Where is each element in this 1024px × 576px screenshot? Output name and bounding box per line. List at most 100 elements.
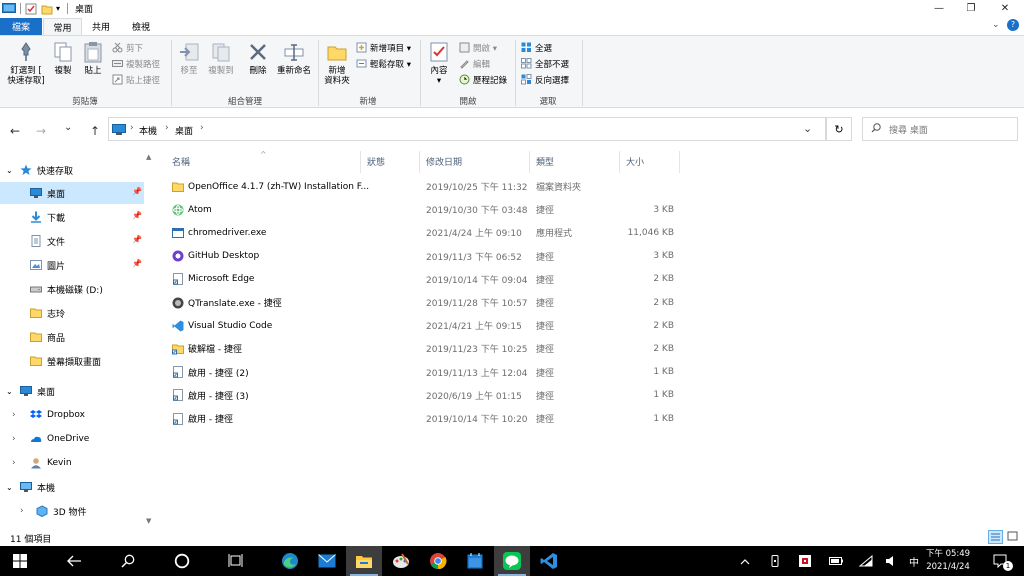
nav-tree-dropbox[interactable]: › Dropbox (0, 404, 144, 426)
action-center-button[interactable]: 1 (988, 546, 1013, 576)
invert-selection-button[interactable]: 反向選擇 (521, 73, 569, 86)
maximize-button[interactable]: ❐ (956, 0, 986, 17)
table-row[interactable]: 啟用 - 捷徑 (2) 2019/11/13 上午 12:04 捷徑 1 KB (160, 361, 680, 384)
chevron-down-icon[interactable]: ⌄ (6, 387, 16, 396)
cortana-button[interactable] (164, 546, 200, 576)
chevron-right-icon[interactable]: › (12, 434, 22, 444)
scroll-up-icon[interactable]: ▲ (146, 153, 151, 161)
task-view-button[interactable] (218, 546, 254, 576)
nav-tree-this-pc[interactable]: ⌄ 本機 (0, 476, 144, 498)
minimize-button[interactable]: — (924, 0, 954, 17)
edit-button[interactable]: 編輯 (459, 57, 490, 70)
table-row[interactable]: Atom 2019/10/30 下午 03:48 捷徑 3 KB (160, 198, 680, 221)
taskbar-back-button[interactable] (56, 546, 92, 576)
address-bar[interactable]: › 本機 › 桌面 › ⌄ (108, 117, 826, 141)
breadcrumb-desktop[interactable]: 桌面 (175, 124, 193, 137)
table-row[interactable]: OpenOffice 4.1.7 (zh-TW) Installation F.… (160, 175, 680, 198)
system-clock[interactable]: 下午 05:49 2021/4/24 (920, 548, 976, 574)
chevron-right-icon[interactable]: › (20, 506, 30, 516)
table-row[interactable]: chromedriver.exe 2021/4/24 上午 09:10 應用程式 11… (160, 221, 680, 244)
nav-pane-scrollbar[interactable]: ▲ ▼ (144, 151, 156, 529)
new-item-button[interactable]: 新增項目 ▾ (356, 41, 411, 54)
pin-to-quick-access-button[interactable]: 釘選到 [ 快速存取] (4, 41, 48, 86)
taskbar-app-mail[interactable] (309, 546, 345, 576)
recent-locations-button[interactable]: ⌄ (64, 122, 72, 133)
select-all-button[interactable]: 全選 (521, 41, 552, 54)
nav-item-folder[interactable]: 螢幕擷取畫面 (0, 350, 144, 372)
new-folder-button[interactable]: 新增 資料夾 (321, 41, 353, 86)
table-row[interactable]: GitHub Desktop 2019/11/3 下午 06:52 捷徑 3 KB (160, 245, 680, 268)
easy-access-button[interactable]: 輕鬆存取 ▾ (356, 57, 411, 70)
chevron-right-icon[interactable]: › (12, 458, 22, 468)
taskbar-app-paint[interactable] (383, 546, 419, 576)
nav-item-pictures[interactable]: 圖片 📌 (0, 254, 144, 276)
column-header-name[interactable]: 名稱 (172, 151, 190, 171)
taskbar-app-edge[interactable] (272, 546, 308, 576)
up-button[interactable]: ↑ (90, 124, 100, 138)
taskbar-app-calendar[interactable] (457, 546, 493, 576)
chevron-down-icon[interactable]: ⌄ (6, 166, 16, 175)
battery-icon[interactable] (827, 546, 845, 576)
file-name-cell[interactable]: 啟用 - 捷徑 (172, 407, 362, 430)
large-icons-view-button[interactable] (1006, 530, 1021, 544)
chevron-right-icon[interactable]: › (12, 410, 22, 420)
address-dropdown-icon[interactable]: ⌄ (803, 122, 812, 135)
customize-quick-access-icon[interactable]: ▾ (56, 2, 60, 15)
open-button[interactable]: 開啟 ▾ (459, 41, 497, 54)
copy-path-button[interactable]: 複製路徑 (112, 57, 160, 70)
refresh-button[interactable]: ↻ (826, 117, 852, 141)
nav-quick-access[interactable]: ⌄ 快速存取 (0, 159, 144, 181)
select-none-button[interactable]: 全部不選 (521, 57, 569, 70)
file-name-cell[interactable]: Atom (172, 198, 362, 221)
nav-item-folder[interactable]: 商品 (0, 326, 144, 348)
file-name-cell[interactable]: OpenOffice 4.1.7 (zh-TW) Installation F.… (172, 175, 369, 198)
table-row[interactable]: Visual Studio Code 2021/4/21 上午 09:15 捷徑 2 … (160, 314, 680, 337)
column-header-type[interactable]: 類型 (536, 151, 554, 171)
properties-quick-icon[interactable] (25, 2, 37, 15)
column-header-date-modified[interactable]: 修改日期 (426, 151, 462, 171)
column-divider[interactable] (360, 151, 361, 173)
paste-button[interactable]: 貼上 (80, 41, 106, 76)
file-name-cell[interactable]: chromedriver.exe (172, 221, 362, 244)
tab-home[interactable]: 常用 (43, 18, 82, 35)
table-row[interactable]: Microsoft Edge 2019/10/14 下午 09:04 捷徑 2 KB (160, 268, 680, 291)
volume-icon[interactable] (884, 546, 898, 576)
nav-item-documents[interactable]: 文件 📌 (0, 230, 144, 252)
paste-shortcut-button[interactable]: 貼上捷徑 (112, 73, 160, 86)
back-button[interactable]: ← (10, 124, 20, 138)
file-name-cell[interactable]: GitHub Desktop (172, 245, 362, 268)
breadcrumb-this-pc[interactable]: 本機 (139, 124, 157, 137)
column-divider[interactable] (679, 151, 680, 173)
nav-tree-onedrive[interactable]: › OneDrive (0, 428, 144, 450)
tab-view[interactable]: 檢視 (121, 18, 161, 35)
file-name-cell[interactable]: QTranslate.exe - 捷徑 (172, 291, 362, 314)
nav-tree-desktop[interactable]: ⌄ 桌面 (0, 380, 144, 402)
cut-button[interactable]: 剪下 (112, 41, 143, 54)
collapse-ribbon-icon[interactable]: ⌄ (992, 20, 1000, 30)
rename-button[interactable]: 重新命名 (273, 41, 315, 76)
file-name-cell[interactable]: 破解檔 - 捷徑 (172, 337, 362, 360)
history-button[interactable]: 歷程記錄 (459, 73, 507, 86)
tab-share[interactable]: 共用 (82, 18, 120, 35)
nav-item-folder[interactable]: 志玲 (0, 302, 144, 324)
table-row[interactable]: 啟用 - 捷徑 (3) 2020/6/19 上午 01:15 捷徑 1 KB (160, 384, 680, 407)
tray-app-icon[interactable] (797, 546, 813, 576)
column-header-size[interactable]: 大小 (626, 151, 644, 171)
taskbar-app-vscode[interactable] (531, 546, 567, 576)
copy-to-button[interactable]: 複製到 (205, 41, 237, 76)
file-name-cell[interactable]: Microsoft Edge (172, 268, 362, 291)
scroll-down-icon[interactable]: ▼ (146, 517, 151, 525)
column-divider[interactable] (419, 151, 420, 173)
search-box[interactable]: 搜尋 桌面 (862, 117, 1018, 141)
table-row[interactable]: 啟用 - 捷徑 2019/10/14 下午 10:20 捷徑 1 KB (160, 407, 680, 430)
nav-tree-3d-objects[interactable]: › 3D 物件 (0, 500, 144, 522)
copy-button[interactable]: 複製 (50, 41, 76, 76)
tab-file[interactable]: 檔案 (0, 18, 42, 35)
column-header-status[interactable]: 狀態 (367, 151, 385, 171)
file-name-cell[interactable]: 啟用 - 捷徑 (3) (172, 384, 362, 407)
delete-button[interactable]: 刪除 (244, 41, 272, 76)
nav-item-desktop[interactable]: 桌面 📌 (0, 182, 144, 204)
table-row[interactable]: 破解檔 - 捷徑 2019/11/23 下午 10:25 捷徑 2 KB (160, 337, 680, 360)
details-view-button[interactable] (988, 530, 1003, 544)
wifi-icon[interactable] (857, 546, 875, 576)
